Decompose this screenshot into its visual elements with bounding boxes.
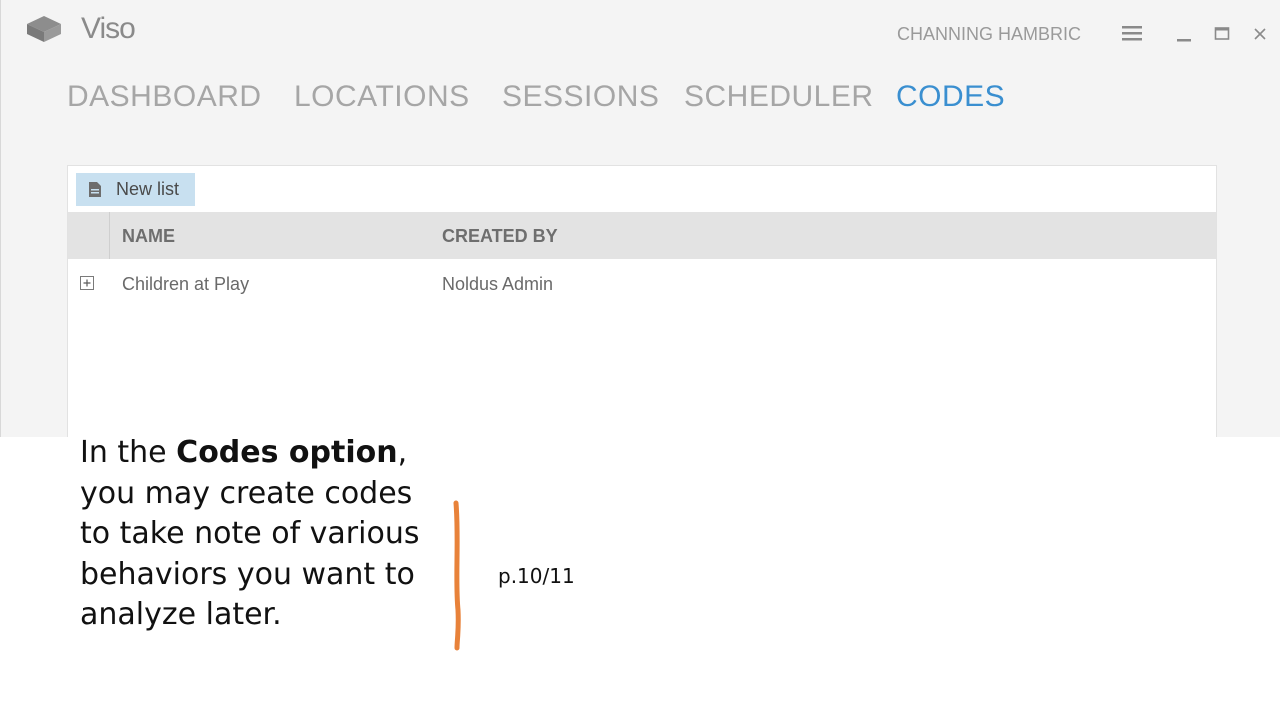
page-number: p.10/11 bbox=[498, 564, 575, 588]
tab-sessions[interactable]: SESSIONS bbox=[502, 80, 659, 114]
column-header-created-by[interactable]: CREATED BY bbox=[442, 226, 558, 247]
hamburger-menu-icon[interactable] bbox=[1119, 18, 1145, 48]
codes-panel: New list NAME CREATED BY Children at Pla… bbox=[67, 165, 1217, 437]
expand-plus-icon[interactable] bbox=[80, 276, 94, 290]
maximize-icon[interactable] bbox=[1209, 18, 1235, 48]
tab-scheduler[interactable]: SCHEDULER bbox=[684, 80, 874, 114]
minimize-icon[interactable] bbox=[1171, 18, 1197, 48]
cell-created-by: Noldus Admin bbox=[442, 274, 554, 294]
tab-codes[interactable]: CODES bbox=[896, 80, 1005, 114]
title-bar: Viso CHANNING HAMBRIC bbox=[1, 0, 1280, 60]
orange-accent-line bbox=[450, 500, 464, 652]
caption-prefix: In the bbox=[80, 435, 177, 470]
app-window: Viso CHANNING HAMBRIC DASHBOARD LOCATION… bbox=[0, 0, 1280, 437]
new-list-label: New list bbox=[116, 179, 180, 199]
column-header-name[interactable]: NAME bbox=[122, 226, 175, 247]
app-name: Viso bbox=[81, 12, 136, 45]
close-icon[interactable] bbox=[1247, 18, 1273, 48]
document-icon bbox=[88, 181, 102, 198]
grid-header: NAME CREATED BY bbox=[68, 212, 1216, 259]
slide-caption: In the Codes option, you may create code… bbox=[80, 433, 440, 636]
grid-header-gutter bbox=[68, 212, 110, 259]
cell-name: Children at Play bbox=[122, 274, 250, 294]
new-list-button[interactable]: New list bbox=[76, 173, 195, 206]
user-name[interactable]: CHANNING HAMBRIC bbox=[897, 24, 1081, 45]
panel-toolbar: New list bbox=[68, 166, 1216, 212]
tab-locations[interactable]: LOCATIONS bbox=[294, 80, 470, 114]
caption-bold: Codes option bbox=[176, 435, 398, 470]
table-row[interactable]: Children at Play Noldus Admin bbox=[68, 259, 1216, 306]
tab-dashboard[interactable]: DASHBOARD bbox=[67, 80, 262, 114]
viso-logo-icon bbox=[25, 14, 63, 44]
